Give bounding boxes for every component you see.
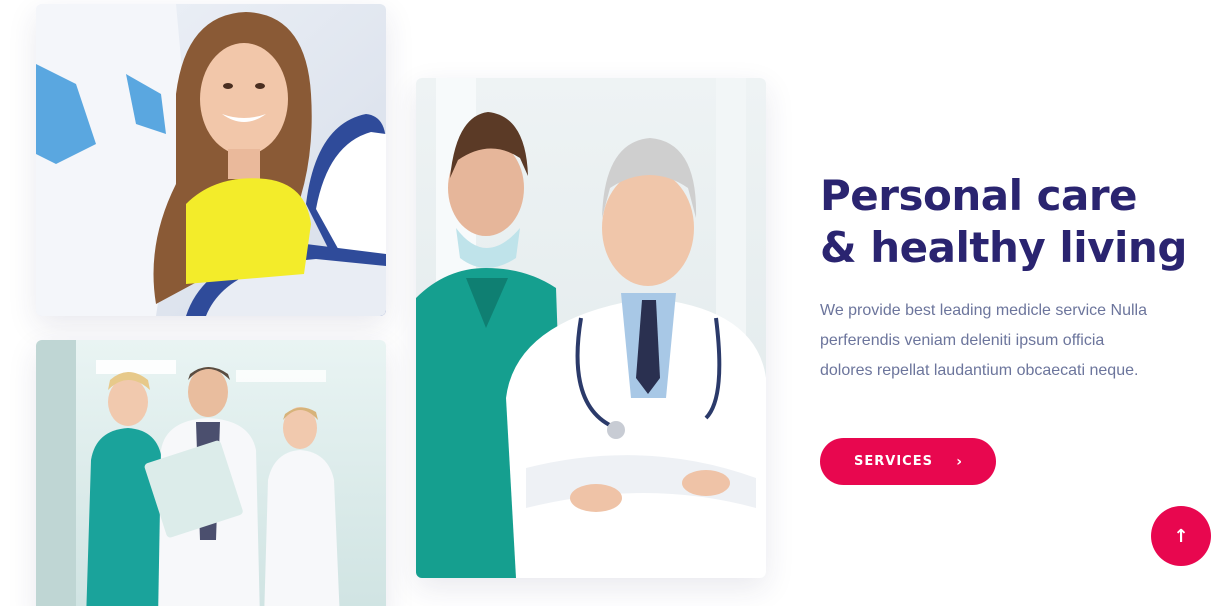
hero-content: Personal care & healthy living We provid…	[820, 170, 1187, 485]
heading-line-2: & healthy living	[820, 223, 1187, 272]
section-description: We provide best leading medicle service …	[820, 302, 1147, 379]
services-button[interactable]: SERVICES ›	[820, 438, 996, 485]
heading-line-1: Personal care	[820, 171, 1138, 220]
services-button-label: SERVICES	[854, 454, 933, 469]
scroll-to-top-button[interactable]: ↑	[1151, 506, 1211, 566]
chevron-right-icon: ›	[956, 453, 962, 470]
medical-team-image	[36, 340, 386, 606]
arrow-up-icon: ↑	[1173, 525, 1189, 547]
doctors-portrait-image	[416, 78, 766, 578]
section-heading: Personal care & healthy living	[820, 170, 1187, 274]
dental-patient-image	[36, 4, 386, 316]
about-section: Personal care & healthy living We provid…	[0, 0, 1219, 606]
